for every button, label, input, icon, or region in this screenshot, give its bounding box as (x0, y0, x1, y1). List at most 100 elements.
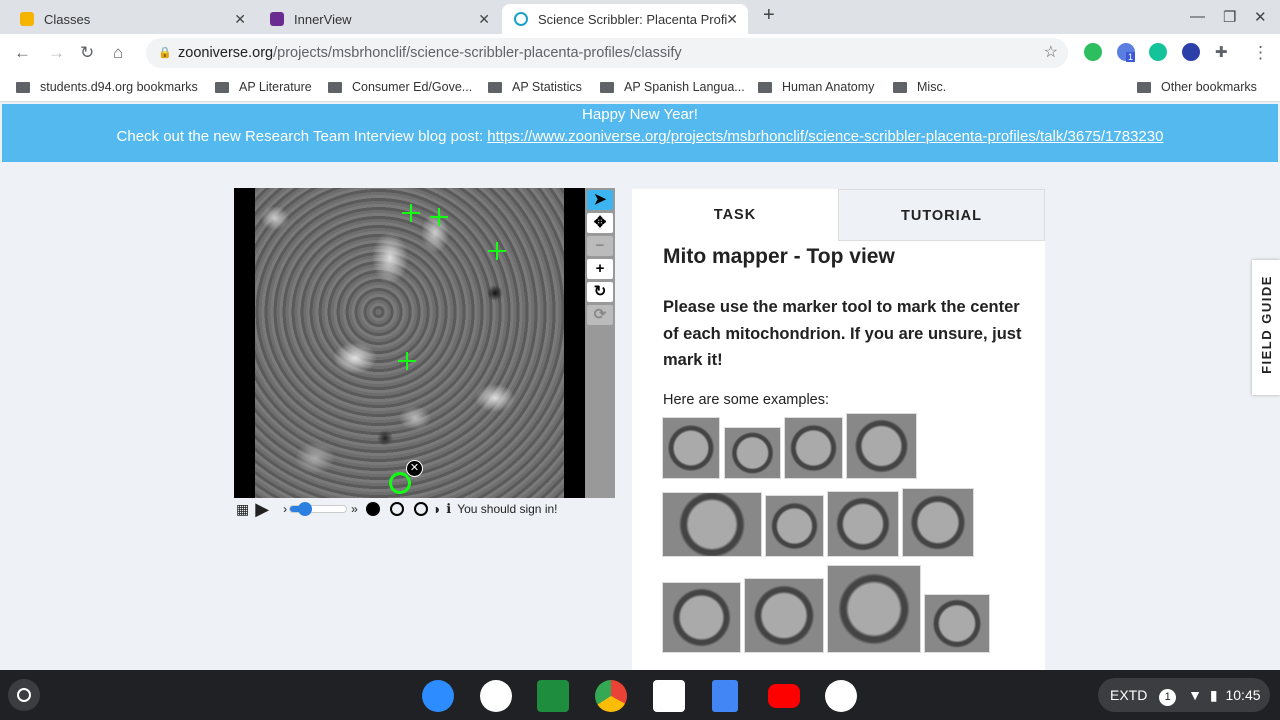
pointer-tool-button[interactable]: ➤ (587, 190, 613, 210)
close-icon[interactable]: ✕ (234, 11, 246, 28)
rotate-button[interactable]: ↻ (587, 282, 613, 302)
kami-icon[interactable] (1182, 43, 1200, 61)
extensions-puzzle-icon[interactable]: ✚ (1215, 43, 1228, 61)
contrast-icon[interactable]: ◑ (432, 501, 440, 517)
last-frame-icon[interactable]: » (351, 502, 358, 516)
forward-button[interactable]: → (48, 43, 65, 63)
task-instructions: Please use the marker tool to mark the c… (663, 298, 1022, 369)
examples-label: Here are some examples: (663, 392, 830, 408)
bookmark-label: AP Literature (239, 80, 312, 94)
classroom-app-icon[interactable] (537, 680, 569, 712)
lock-icon: 🔒 (158, 47, 172, 59)
bookmark-label: Misc. (917, 80, 947, 94)
folder-icon (1137, 81, 1151, 93)
banner-greeting: Happy New Year! (582, 106, 698, 123)
tab-tutorial[interactable]: TUTORIAL (838, 189, 1045, 241)
chrome-app-icon[interactable] (595, 680, 627, 712)
gmail-app-icon[interactable] (653, 680, 685, 712)
url-path: /projects/msbrhonclif/science-scribbler-… (273, 45, 682, 61)
extension-badge: 1 (1126, 52, 1136, 62)
example-image (827, 565, 921, 653)
example-image (765, 495, 824, 557)
bookmark-label: Consumer Ed/Gove... (352, 80, 473, 94)
bookmark-students[interactable]: students.d94.org bookmarks (16, 80, 198, 94)
microscopy-image[interactable]: ✕ (255, 188, 564, 498)
maximize-button[interactable]: ❐ (1223, 8, 1236, 26)
close-icon[interactable]: ✕ (478, 11, 490, 28)
innerview-icon (270, 12, 284, 26)
bookmark-label: students.d94.org bookmarks (40, 80, 198, 94)
prev-frame-icon[interactable]: › (283, 502, 287, 516)
docs-app-icon[interactable] (712, 680, 738, 712)
youtube-app-icon[interactable] (768, 684, 800, 708)
bookmark-ap-literature[interactable]: AP Literature (215, 80, 312, 94)
bookmark-label: Other bookmarks (1161, 80, 1257, 94)
example-image (662, 417, 720, 479)
info-icon[interactable]: ℹ (446, 501, 451, 517)
folder-icon (758, 81, 772, 93)
marker[interactable] (402, 204, 420, 222)
menu-icon[interactable]: ⋮ (1252, 43, 1269, 63)
reload-button[interactable]: ↻ (80, 43, 94, 63)
tab-title: InnerView (294, 11, 352, 27)
subject-viewer: ✕ ➤ ✥ − + ↻ ⟳ (234, 188, 615, 498)
folder-icon (488, 81, 502, 93)
bookmarks-bar: students.d94.org bookmarks AP Literature… (0, 72, 1280, 102)
extension-icon[interactable]: 1 (1117, 43, 1136, 62)
example-image (902, 488, 974, 557)
play-store-app-icon[interactable] (825, 680, 857, 712)
battery-icon: ▮ (1209, 687, 1218, 703)
classroom-app-icon[interactable] (480, 680, 512, 712)
bookmark-star-icon[interactable]: ☆ (1044, 38, 1058, 68)
outline-circle-icon[interactable] (413, 502, 428, 516)
outline-circle-icon[interactable] (389, 502, 404, 516)
banner-text: Check out the new Research Team Intervie… (116, 128, 488, 145)
bookmark-consumer-ed[interactable]: Consumer Ed/Gove... (328, 80, 472, 94)
frame-slider[interactable] (289, 502, 348, 516)
address-bar[interactable]: 🔒 zooniverse.org/projects/msbrhonclif/sci… (146, 38, 1068, 68)
bookmark-ap-statistics[interactable]: AP Statistics (488, 80, 582, 94)
selected-marker[interactable] (389, 472, 411, 494)
tab-science-scribbler[interactable]: Science Scribbler: Placenta Profi ✕ (502, 4, 748, 34)
reset-button[interactable]: ⟳ (587, 305, 613, 325)
close-window-button[interactable]: ✕ (1254, 8, 1267, 26)
home-button[interactable]: ⌂ (113, 43, 123, 63)
folder-icon (215, 81, 229, 93)
tab-innerview[interactable]: InnerView ✕ (258, 4, 500, 34)
task-title: Mito mapper - Top view (663, 245, 895, 268)
marker[interactable] (488, 242, 506, 260)
close-icon[interactable]: ✕ (726, 11, 738, 28)
evernote-icon[interactable] (1084, 43, 1102, 61)
back-button[interactable]: ← (14, 43, 31, 63)
delete-marker-icon[interactable]: ✕ (406, 460, 423, 477)
zoom-out-button[interactable]: − (587, 236, 613, 256)
zoom-app-icon[interactable] (422, 680, 454, 712)
pan-tool-button[interactable]: ✥ (587, 213, 613, 233)
announcement-banner: Happy New Year! Check out the new Resear… (2, 104, 1278, 162)
bookmark-ap-spanish[interactable]: AP Spanish Langua... (600, 80, 745, 94)
example-image (827, 491, 899, 557)
task-panel: TASK TUTORIAL Mito mapper - Top view Ple… (632, 189, 1045, 670)
browser-toolbar: ← → ↻ ⌂ 🔒 zooniverse.org/projects/msbrhon… (0, 34, 1280, 72)
minimize-button[interactable]: — (1190, 8, 1205, 25)
bookmark-misc[interactable]: Misc. (893, 80, 946, 94)
grid-icon[interactable]: ▦ (236, 501, 249, 518)
grammarly-icon[interactable] (1149, 43, 1167, 61)
status-tray[interactable]: EXTD 1 ▼ ▮ 10:45 (1098, 678, 1270, 712)
launcher-button[interactable] (8, 679, 40, 711)
marker[interactable] (430, 208, 448, 226)
other-bookmarks[interactable]: Other bookmarks (1137, 80, 1257, 94)
field-guide-button[interactable]: FIELD GUIDE (1252, 260, 1280, 395)
play-button[interactable]: ▶ (255, 499, 269, 520)
clock: 10:45 (1225, 687, 1261, 703)
zoom-in-button[interactable]: + (587, 259, 613, 279)
status-label: EXTD (1110, 687, 1148, 703)
bookmark-human-anatomy[interactable]: Human Anatomy (758, 80, 874, 94)
tab-classes[interactable]: Classes ✕ (8, 4, 256, 34)
new-tab-button[interactable]: + (763, 4, 775, 27)
marker[interactable] (398, 352, 416, 370)
blog-post-link[interactable]: https://www.zooniverse.org/projects/msbr… (487, 128, 1163, 145)
fill-circle-icon[interactable] (365, 502, 380, 516)
folder-icon (600, 81, 614, 93)
tab-task[interactable]: TASK (632, 189, 838, 241)
